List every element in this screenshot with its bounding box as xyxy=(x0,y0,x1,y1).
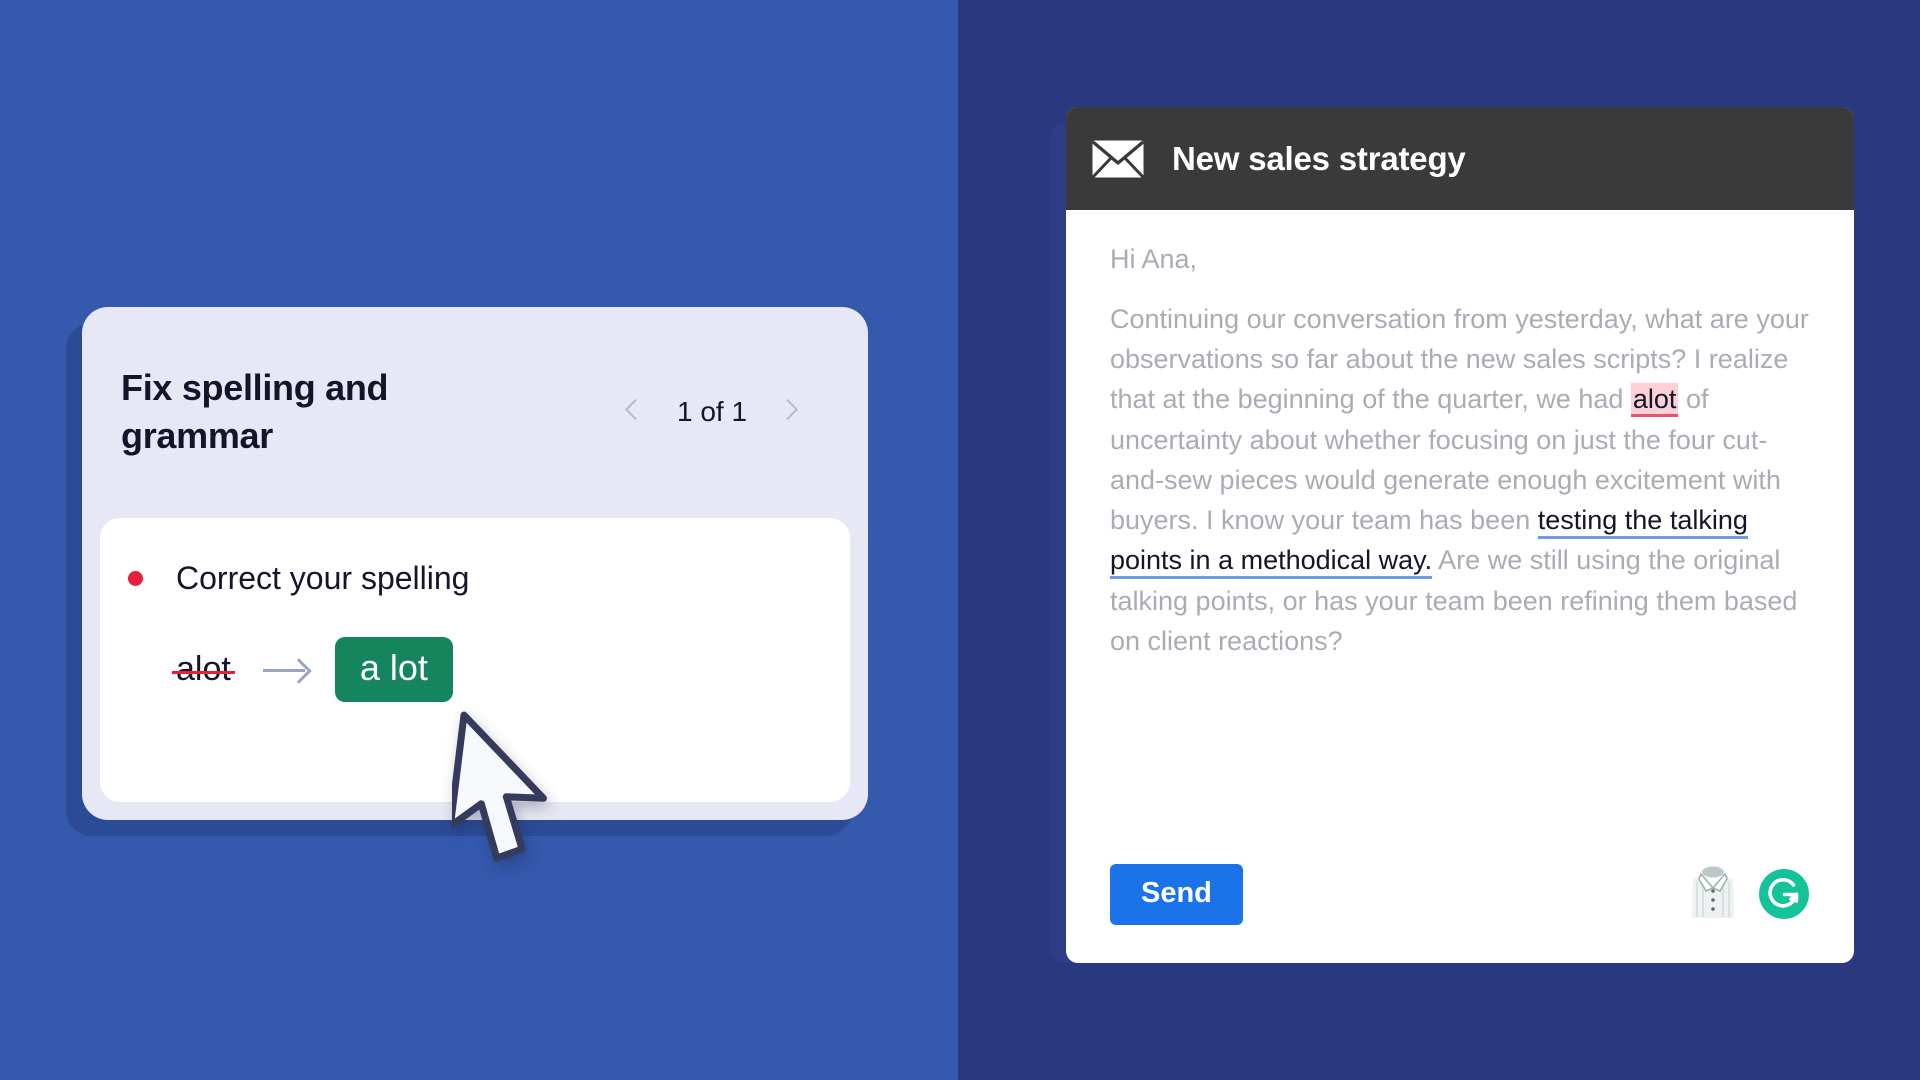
email-card: New sales strategy Hi Ana, Continuing ou… xyxy=(1066,107,1854,963)
original-word: alot xyxy=(172,650,235,688)
pager-count-label: 1 of 1 xyxy=(676,396,748,427)
chevron-right-icon[interactable] xyxy=(778,395,800,429)
email-header: New sales strategy xyxy=(1066,107,1854,210)
email-subject-title: New sales strategy xyxy=(1172,139,1466,177)
chevron-left-icon[interactable] xyxy=(624,395,646,429)
screenshot-stage: Fix spelling and grammar 1 of 1 Correct … xyxy=(0,0,1920,1080)
suggestion-bullet-row: Correct your spelling xyxy=(100,560,850,597)
send-button[interactable]: Send xyxy=(1110,863,1243,925)
arrow-right-icon xyxy=(262,656,309,684)
email-paragraph: Continuing our conversation from yesterd… xyxy=(1110,299,1810,661)
suggestion-card-header: Fix spelling and grammar 1 of 1 xyxy=(82,307,868,517)
suggestion-bullet-label: Correct your spelling xyxy=(176,560,470,596)
dress-shirt-icon xyxy=(1688,865,1738,923)
email-footer: Send xyxy=(1066,843,1854,963)
apply-suggestion-button[interactable]: a lot xyxy=(334,637,453,702)
email-body[interactable]: Hi Ana, Continuing our conversation from… xyxy=(1066,210,1854,661)
envelope-icon xyxy=(1089,137,1147,181)
email-greeting: Hi Ana, xyxy=(1110,244,1198,274)
footer-icon-group xyxy=(1688,865,1810,923)
replacement-row: alot a lot xyxy=(100,637,850,702)
suggestion-card-title: Fix spelling and grammar xyxy=(121,367,389,456)
suggestion-card: Fix spelling and grammar 1 of 1 Correct … xyxy=(82,307,868,820)
spelling-error-word[interactable]: alot xyxy=(1630,383,1679,418)
grammarly-logo-icon[interactable] xyxy=(1758,868,1810,920)
suggestion-pager: 1 of 1 xyxy=(624,395,840,429)
red-dot-icon xyxy=(128,571,143,586)
suggestion-card-body: Correct your spelling alot a lot xyxy=(100,518,850,802)
